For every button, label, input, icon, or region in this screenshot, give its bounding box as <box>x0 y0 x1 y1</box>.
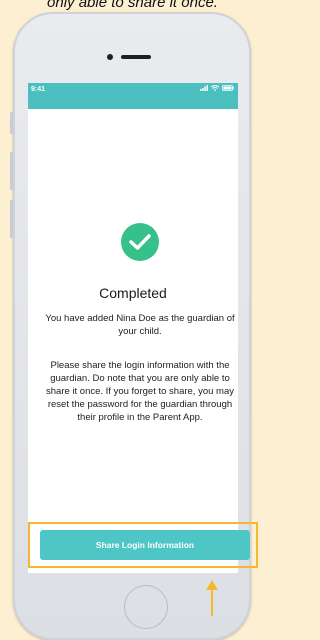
success-check-icon <box>121 223 159 261</box>
front-camera <box>107 54 113 60</box>
page-title: Completed <box>99 285 167 301</box>
mute-switch <box>10 112 13 134</box>
battery-icon <box>222 85 234 91</box>
home-button[interactable] <box>124 585 168 629</box>
wifi-icon <box>211 85 219 91</box>
confirmation-message: You have added Nina Doe as the guardian … <box>45 313 235 337</box>
instructions-text: Please share the login information with … <box>46 360 234 423</box>
status-icons <box>200 85 234 91</box>
arrow-up-icon <box>206 580 218 616</box>
caption-text: only able to share it once. <box>47 0 218 11</box>
app-screen: 9:41 Completed You have added Nina Doe a… <box>28 83 238 573</box>
status-bar: 9:41 <box>28 83 238 97</box>
app-header-bar <box>28 97 238 109</box>
signal-icon <box>200 85 208 91</box>
volume-up-button <box>10 152 13 190</box>
volume-down-button <box>10 200 13 238</box>
earpiece-speaker <box>121 55 151 59</box>
share-login-button[interactable]: Share Login Information <box>40 530 250 560</box>
status-time: 9:41 <box>31 86 46 93</box>
